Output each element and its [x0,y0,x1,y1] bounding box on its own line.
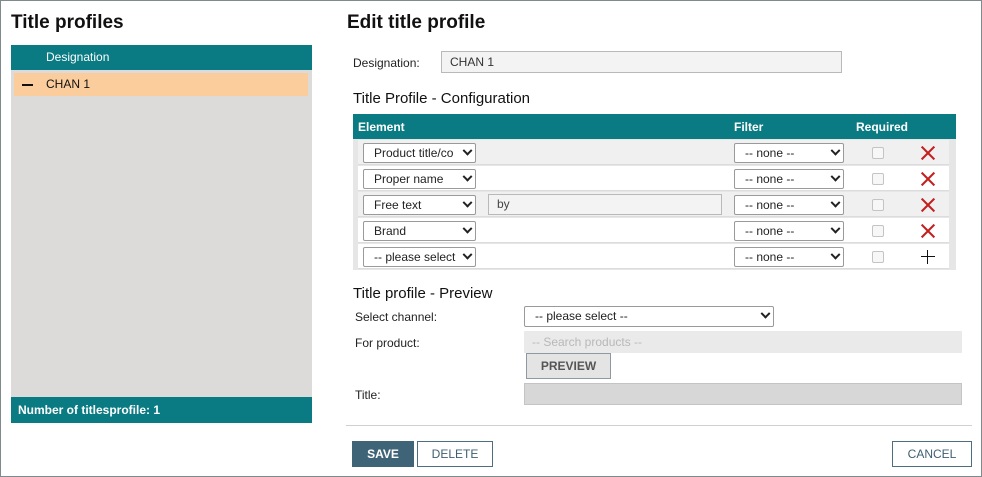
chevron-down-icon [830,249,841,260]
title-profiles-list: Designation CHAN 1 Number of titlesprofi… [11,45,312,423]
free-text-input[interactable]: by [488,194,722,215]
chevron-down-icon [830,197,841,208]
product-search-input[interactable]: -- Search products -- [524,331,962,353]
title-output [524,383,962,405]
save-button[interactable]: SAVE [352,441,414,467]
chevron-down-icon [462,249,473,260]
chevron-down-icon [760,308,771,319]
chevron-down-icon [830,171,841,182]
channel-select[interactable]: -- please select -- [524,306,774,327]
filter-select[interactable]: -- none -- [734,247,844,267]
chevron-down-icon [462,197,473,208]
delete-icon[interactable] [920,197,936,213]
list-item-chan-1[interactable]: CHAN 1 [14,73,308,96]
divider [346,425,972,426]
collapse-icon[interactable] [22,84,33,86]
chevron-down-icon [462,223,473,234]
table-row: Free text by -- none -- [358,192,949,217]
add-icon[interactable] [921,250,935,264]
chevron-down-icon [462,145,473,156]
required-checkbox[interactable] [872,173,884,185]
required-checkbox[interactable] [872,147,884,159]
table-row: Product title/co -- none -- [358,140,949,165]
designation-column-header[interactable]: Designation [11,45,312,70]
profile-count: Number of titlesprofile: 1 [11,397,312,423]
delete-button[interactable]: DELETE [417,441,493,467]
configuration-heading: Title Profile - Configuration [353,90,531,107]
list-item-label: CHAN 1 [46,77,91,91]
element-select[interactable]: Free text [363,195,476,215]
element-select[interactable]: Product title/co [363,143,476,163]
chevron-down-icon [462,171,473,182]
element-select[interactable]: Brand [363,221,476,241]
table-row: Proper name -- none -- [358,166,949,191]
table-row: Brand -- none -- [358,218,949,243]
chevron-down-icon [830,223,841,234]
filter-select[interactable]: -- none -- [734,169,844,189]
required-checkbox[interactable] [872,225,884,237]
filter-select[interactable]: -- none -- [734,221,844,241]
delete-icon[interactable] [920,145,936,161]
page-title: Edit title profile [347,12,486,33]
designation-label: Designation: [353,56,420,70]
designation-input[interactable]: CHAN 1 [441,51,842,73]
title-label: Title: [355,388,381,402]
preview-heading: Title profile - Preview [353,285,493,302]
title-profiles-heading: Title profiles [11,12,124,33]
chevron-down-icon [830,145,841,156]
cancel-button[interactable]: CANCEL [892,441,972,467]
filter-column-header: Filter [734,120,764,134]
select-channel-label: Select channel: [355,310,438,324]
delete-icon[interactable] [920,223,936,239]
filter-select[interactable]: -- none -- [734,195,844,215]
delete-icon[interactable] [920,171,936,187]
table-row: -- please select -- none -- [358,244,949,269]
required-checkbox[interactable] [872,251,884,263]
configuration-table: Element Filter Required Product title/co… [353,114,956,270]
preview-button[interactable]: PREVIEW [526,353,611,379]
required-checkbox[interactable] [872,199,884,211]
filter-select[interactable]: -- none -- [734,143,844,163]
for-product-label: For product: [355,336,420,350]
element-select[interactable]: Proper name [363,169,476,189]
element-select[interactable]: -- please select [363,247,476,267]
configuration-table-header: Element Filter Required [353,114,956,139]
required-column-header: Required [856,120,909,134]
element-column-header: Element [358,120,405,134]
